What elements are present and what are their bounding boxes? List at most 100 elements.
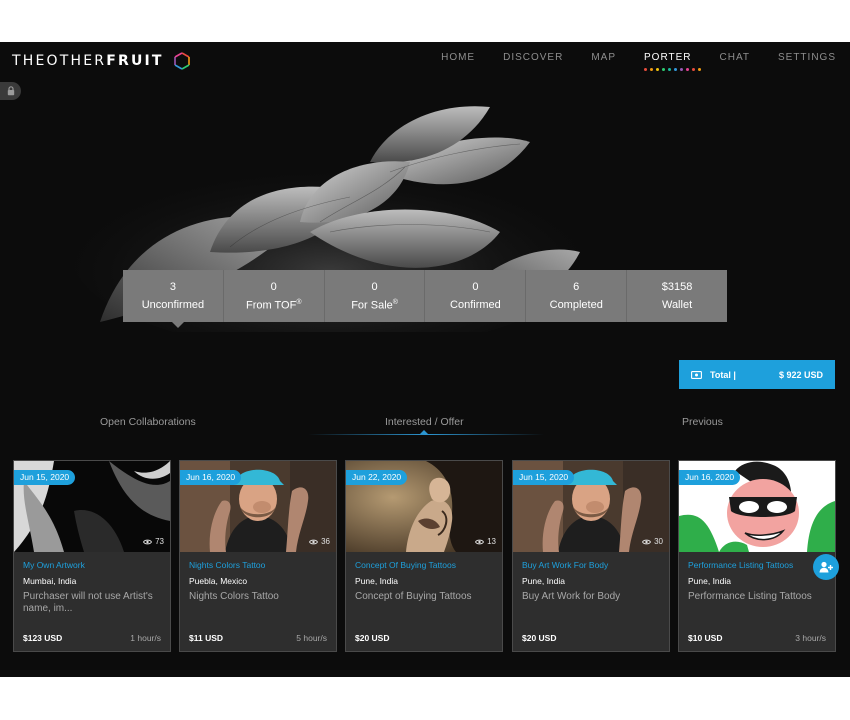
tab-previous[interactable]: Previous xyxy=(682,416,723,428)
registered-mark: ® xyxy=(296,298,302,306)
card-description: Purchaser will not use Artist's name, im… xyxy=(23,591,153,614)
stat-label: Completed xyxy=(549,299,603,311)
card-description: Buy Art Work for Body xyxy=(522,591,621,602)
stats-bar: 3 Unconfirmed 0 From TOF® 0 For Sale® 0 … xyxy=(123,270,727,322)
indicator-dot xyxy=(674,68,677,71)
stats-selected-pointer xyxy=(172,322,184,328)
indicator-dot xyxy=(686,68,689,71)
stat-label: Unconfirmed xyxy=(141,299,205,311)
cash-icon xyxy=(691,370,702,379)
stat-value: 6 xyxy=(573,281,580,293)
card-views: 73 xyxy=(143,537,164,546)
card-views: 36 xyxy=(309,537,330,546)
lock-toggle[interactable] xyxy=(0,82,21,100)
eye-icon xyxy=(642,539,652,544)
add-user-button[interactable] xyxy=(813,554,839,580)
card-date-badge: Jun 16, 2020 xyxy=(180,470,242,485)
stat-value: 0 xyxy=(472,281,479,293)
indicator-dot xyxy=(644,68,647,71)
indicator-dot xyxy=(662,68,665,71)
card-view-count: 30 xyxy=(654,537,663,546)
card-location: Pune, India xyxy=(688,576,732,586)
nav-porter-label: PORTER xyxy=(644,52,692,63)
card-title[interactable]: Buy Art Work For Body xyxy=(522,560,608,570)
stat-confirmed[interactable]: 0 Confirmed xyxy=(424,270,525,322)
card-location: Pune, India xyxy=(355,576,399,586)
stat-label: For Sale xyxy=(351,299,393,312)
logo[interactable]: THEOTHERFRUIT xyxy=(12,52,192,70)
stat-label: Confirmed xyxy=(450,299,501,311)
logo-hexagon-icon xyxy=(173,52,190,70)
registered-mark: ® xyxy=(392,298,398,306)
card-time: 3 hour/s xyxy=(795,633,826,643)
active-tab-underline xyxy=(308,434,544,435)
card-date-badge: Jun 15, 2020 xyxy=(513,470,575,485)
card-date-badge: Jun 15, 2020 xyxy=(14,470,76,485)
card-date-badge: Jun 16, 2020 xyxy=(679,470,741,485)
nav-map[interactable]: MAP xyxy=(591,52,616,63)
logo-text-bold: FRUIT xyxy=(106,53,164,69)
logo-text-light: THEOTHER xyxy=(12,53,107,69)
app-window: THEOTHERFRUIT HOME DISCOVER MAP PORTER C… xyxy=(0,42,850,677)
lock-icon xyxy=(7,86,14,96)
nav-porter[interactable]: PORTER xyxy=(644,52,701,71)
nav-home[interactable]: HOME xyxy=(441,52,475,63)
card-time: 1 hour/s xyxy=(130,633,161,643)
card-views: 30 xyxy=(642,537,663,546)
stat-value: $3158 xyxy=(661,281,693,293)
card-description: Concept of Buying Tattoos xyxy=(355,591,472,602)
nav-settings[interactable]: SETTINGS xyxy=(778,52,836,63)
card-title[interactable]: Concept Of Buying Tattoos xyxy=(355,560,456,570)
indicator-dot xyxy=(692,68,695,71)
listing-card[interactable]: Jun 22, 2020 13 Concept Of Buying Tattoo… xyxy=(345,460,503,652)
stat-label: Wallet xyxy=(661,299,693,311)
nav-chat[interactable]: CHAT xyxy=(720,52,750,63)
eye-icon xyxy=(143,539,153,544)
indicator-dot xyxy=(650,68,653,71)
card-title[interactable]: My Own Artwork xyxy=(23,560,85,570)
listing-card[interactable]: Jun 16, 2020 36 Nights Colors Tattoo Pue… xyxy=(179,460,337,652)
listing-card[interactable]: Jun 15, 2020 73 My Own Artwork Mumbai, I… xyxy=(13,460,171,652)
card-location: Mumbai, India xyxy=(23,576,77,586)
tab-open-collaborations[interactable]: Open Collaborations xyxy=(100,416,196,428)
stat-label: From TOF xyxy=(245,299,297,312)
listing-card[interactable]: Jun 16, 2020 Performance Listing Tattoos… xyxy=(678,460,836,652)
card-price: $20 USD xyxy=(355,633,390,643)
main-nav: HOME DISCOVER MAP PORTER CHAT SETTINGS xyxy=(413,52,836,71)
stat-for-sale[interactable]: 0 For Sale® xyxy=(323,270,425,322)
tab-interested-offer[interactable]: Interested / Offer xyxy=(385,416,464,428)
card-price: $123 USD xyxy=(23,633,63,643)
card-title[interactable]: Nights Colors Tattoo xyxy=(189,560,265,570)
stat-from-tof[interactable]: 0 From TOF® xyxy=(222,270,324,322)
card-title[interactable]: Performance Listing Tattoos xyxy=(688,560,793,570)
indicator-dot xyxy=(656,68,659,71)
stat-value: 0 xyxy=(371,280,378,293)
indicator-dot xyxy=(698,68,701,71)
add-user-icon xyxy=(819,561,833,573)
indicator-dot xyxy=(680,68,683,71)
total-amount: $ 922 USD xyxy=(778,369,823,380)
active-indicator-dots xyxy=(644,68,701,71)
card-date-badge: Jun 22, 2020 xyxy=(346,470,408,485)
total-label: Total | xyxy=(710,369,736,380)
card-price: $10 USD xyxy=(688,633,723,643)
stat-wallet[interactable]: $3158 Wallet xyxy=(626,270,727,322)
card-time: 5 hour/s xyxy=(296,633,327,643)
stat-completed[interactable]: 6 Completed xyxy=(525,270,626,322)
eye-icon xyxy=(309,539,319,544)
eye-icon xyxy=(475,539,485,544)
stat-value: 0 xyxy=(270,280,277,293)
card-location: Pune, India xyxy=(522,576,566,586)
nav-discover[interactable]: DISCOVER xyxy=(503,52,563,63)
listing-card[interactable]: Jun 15, 2020 30 Buy Art Work For Body Pu… xyxy=(512,460,670,652)
stat-unconfirmed[interactable]: 3 Unconfirmed xyxy=(123,270,223,322)
card-views: 13 xyxy=(475,537,496,546)
active-tab-pointer xyxy=(420,430,428,434)
card-price: $11 USD xyxy=(189,633,224,643)
card-location: Puebla, Mexico xyxy=(189,576,248,586)
card-view-count: 36 xyxy=(321,537,330,546)
total-button[interactable]: Total | $ 922 USD xyxy=(679,360,835,389)
card-view-count: 13 xyxy=(487,537,496,546)
card-description: Performance Listing Tattoos xyxy=(688,591,812,602)
card-description: Nights Colors Tattoo xyxy=(189,591,279,602)
